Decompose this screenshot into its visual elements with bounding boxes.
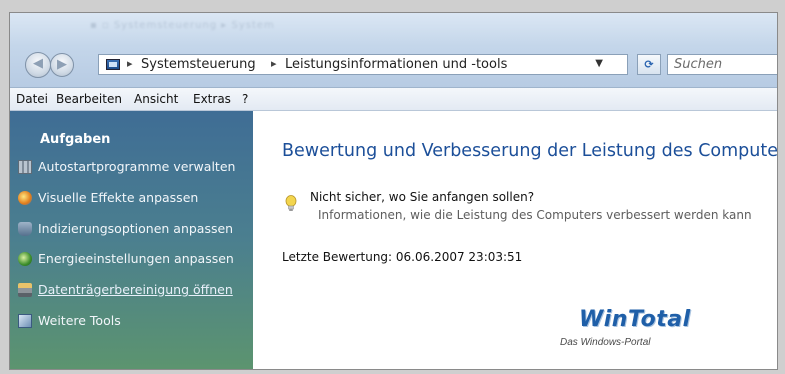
sidebar-item-power[interactable]: Energieeinstellungen anpassen	[18, 251, 253, 269]
refresh-button[interactable]: ⟳	[637, 54, 661, 75]
back-button[interactable]: ◀	[25, 52, 51, 78]
autostart-icon	[18, 160, 32, 174]
breadcrumb-systemsteuerung[interactable]: Systemsteuerung	[141, 57, 256, 72]
page-title: Bewertung und Verbesserung der Leistung …	[282, 141, 778, 161]
sidebar-item-indexing[interactable]: Indizierungsoptionen anpassen	[18, 221, 253, 239]
main-content: Bewertung und Verbesserung der Leistung …	[253, 111, 777, 369]
window-title: ▪ ▫ Systemsteuerung ▸ System	[90, 20, 275, 31]
menu-ansicht[interactable]: Ansicht	[134, 92, 178, 106]
menu-extras[interactable]: Extras	[193, 92, 231, 106]
sidebar-item-more-tools[interactable]: Weitere Tools	[18, 313, 253, 331]
sidebar-item-label: Autostartprogramme verwalten	[38, 159, 236, 174]
indexing-icon	[18, 222, 32, 236]
wintotal-tagline: Das Windows-Portal	[560, 337, 651, 348]
title-bar: ▪ ▫ Systemsteuerung ▸ System ◀ ▶ ▸ Syste…	[10, 13, 777, 88]
refresh-icon: ⟳	[644, 58, 654, 71]
sidebar-item-label: Weitere Tools	[38, 313, 121, 328]
task-pane-title: Aufgaben	[40, 132, 111, 147]
search-input[interactable]: Suchen	[667, 54, 777, 75]
help-link-title[interactable]: Nicht sicher, wo Sie anfangen sollen?	[310, 190, 534, 204]
lightbulb-icon	[285, 195, 297, 211]
breadcrumb-separator: ▸	[271, 57, 277, 70]
help-link-text[interactable]: Informationen, wie die Leistung des Comp…	[318, 208, 752, 222]
power-icon	[18, 252, 32, 266]
last-rating-text: Letzte Bewertung: 06.06.2007 23:03:51	[282, 250, 523, 264]
disk-cleanup-icon	[18, 283, 32, 297]
sidebar-item-label: Visuelle Effekte anpassen	[38, 190, 199, 205]
control-panel-icon	[106, 59, 120, 70]
back-arrow-icon: ◀	[33, 56, 43, 71]
menu-help[interactable]: ?	[242, 92, 248, 106]
screenshot-frame: ▪ ▫ Systemsteuerung ▸ System ◀ ▶ ▸ Syste…	[0, 0, 785, 374]
sidebar-item-label: Energieeinstellungen anpassen	[38, 251, 234, 266]
address-bar[interactable]: ▸ Systemsteuerung ▸ Leistungsinformation…	[98, 54, 628, 75]
visual-effects-icon	[18, 191, 32, 205]
sidebar-item-visual-effects[interactable]: Visuelle Effekte anpassen	[18, 190, 253, 208]
forward-button[interactable]: ▶	[50, 53, 74, 77]
menu-datei[interactable]: Datei	[16, 92, 48, 106]
search-placeholder: Suchen	[674, 57, 723, 72]
breadcrumb-leistungsinformationen[interactable]: Leistungsinformationen und -tools	[285, 57, 507, 72]
menu-bar: Datei Bearbeiten Ansicht Extras ?	[10, 88, 777, 111]
sidebar-item-disk-cleanup[interactable]: Datenträgerbereinigung öffnen	[18, 282, 253, 300]
sidebar-item-label: Datenträgerbereinigung öffnen	[38, 282, 233, 297]
wintotal-logo: WinTotal	[579, 307, 691, 332]
tools-icon	[18, 314, 32, 328]
sidebar-item-label: Indizierungsoptionen anpassen	[38, 221, 234, 236]
breadcrumb-separator: ▸	[127, 57, 133, 70]
forward-arrow-icon: ▶	[57, 57, 67, 72]
chevron-down-icon[interactable]: ▼	[595, 58, 603, 69]
sidebar-item-autostart[interactable]: Autostartprogramme verwalten	[18, 159, 253, 177]
explorer-window: ▪ ▫ Systemsteuerung ▸ System ◀ ▶ ▸ Syste…	[9, 12, 778, 370]
menu-bearbeiten[interactable]: Bearbeiten	[56, 92, 122, 106]
task-pane: Aufgaben Autostartprogramme verwalten Vi…	[10, 111, 253, 369]
